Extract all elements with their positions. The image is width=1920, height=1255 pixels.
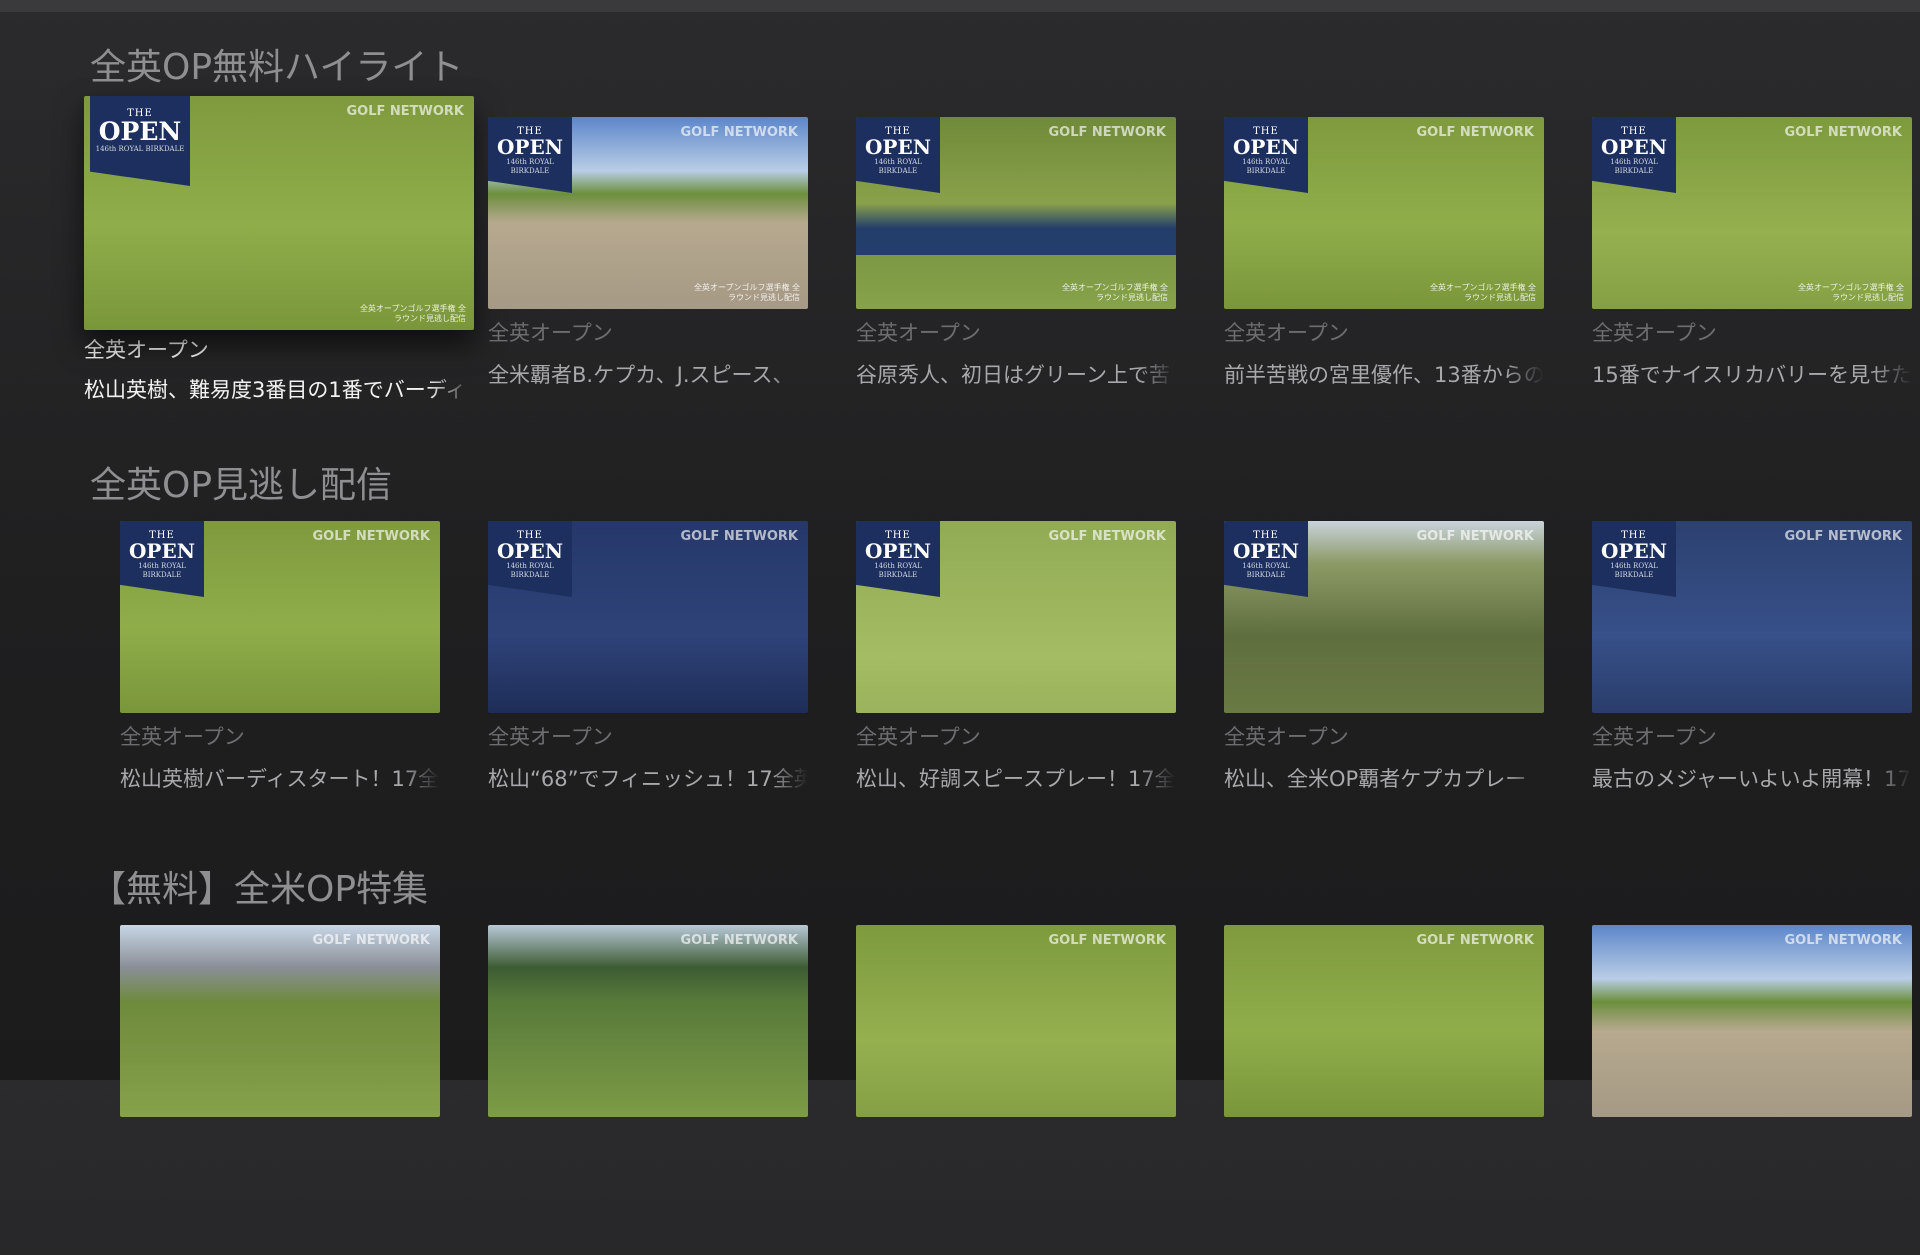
video-card[interactable]: GOLF NETWORK xyxy=(488,925,808,1117)
video-title: 15番でナイスリカバリーを見せた xyxy=(1592,363,1912,387)
video-card[interactable]: THE OPEN 146th ROYAL BIRKDALE GOLF NETWORK 全… xyxy=(1224,117,1544,389)
video-card[interactable]: THE OPEN 146th ROYAL BIRKDALE GOLF NETWORK 全… xyxy=(1592,117,1912,389)
video-title: 松山、好調スピースプレー！17全 xyxy=(856,767,1176,791)
video-category: 全英オープン xyxy=(488,321,613,345)
golf-network-watermark: GOLF NETWORK xyxy=(1048,125,1166,140)
golf-network-watermark: GOLF NETWORK xyxy=(1416,125,1534,140)
thumbnail-caption: 全英オープンゴルフ選手権 全ラウンド見逃し配信 xyxy=(1429,283,1536,302)
video-thumbnail: THE OPEN 146th ROYAL BIRKDALE GOLF NETWORK 全… xyxy=(1592,117,1912,309)
video-thumbnail: THE OPEN 146th ROYAL BIRKDALE GOLF NETWORK xyxy=(1224,521,1544,713)
the-open-logo: THE OPEN 146th ROYAL BIRKDALE xyxy=(1592,117,1676,193)
video-category: 全英オープン xyxy=(84,338,209,362)
video-card[interactable]: THE OPEN 146th ROYAL BIRKDALE GOLF NETWORK 全… xyxy=(856,521,1176,793)
thumbnail-image xyxy=(856,925,1176,1117)
golf-network-watermark: GOLF NETWORK xyxy=(1784,125,1902,140)
the-open-logo: THE OPEN 146th ROYAL BIRKDALE xyxy=(488,117,572,193)
shelf-title-missed-streams: 全英OP見逃し配信 xyxy=(90,465,393,506)
shelf-row-us-open-special: GOLF NETWORK GOLF NETWORK GOLF NETWORK G… xyxy=(0,925,1920,1255)
video-category: 全英オープン xyxy=(120,725,245,749)
golf-network-watermark: GOLF NETWORK xyxy=(1416,529,1534,544)
thumbnail-caption: 全英オープンゴルフ選手権 全ラウンド見逃し配信 xyxy=(1061,283,1168,302)
video-thumbnail: THE OPEN 146th ROYAL BIRKDALE GOLF NETWORK xyxy=(856,521,1176,713)
video-category: 全英オープン xyxy=(856,321,981,345)
video-thumbnail: THE OPEN 146th ROYAL BIRKDALE GOLF NETWORK xyxy=(120,521,440,713)
golf-network-watermark: GOLF NETWORK xyxy=(680,529,798,544)
video-category: 全英オープン xyxy=(1592,725,1717,749)
video-thumbnail: THE OPEN 146th ROYAL BIRKDALE GOLF NETWORK 全… xyxy=(856,117,1176,309)
video-card[interactable]: THE OPEN 146th ROYAL BIRKDALE GOLF NETWORK 全… xyxy=(84,96,474,404)
the-open-logo: THE OPEN 146th ROYAL BIRKDALE xyxy=(488,521,572,597)
video-category: 全英オープン xyxy=(1224,725,1349,749)
golf-network-watermark: GOLF NETWORK xyxy=(312,933,430,948)
video-title: 松山英樹バーディスタート！17全 xyxy=(120,767,440,791)
video-card[interactable]: GOLF NETWORK xyxy=(1592,925,1912,1117)
the-open-logo: THE OPEN 146th ROYAL BIRKDALE xyxy=(1224,117,1308,193)
the-open-logo: THE OPEN 146th ROYAL BIRKDALE xyxy=(1592,521,1676,597)
thumbnail-image xyxy=(120,925,440,1117)
video-thumbnail: GOLF NETWORK xyxy=(1224,925,1544,1117)
video-title: 全米覇者B.ケプカ、J.スピース、 xyxy=(488,363,794,387)
video-category: 全英オープン xyxy=(856,725,981,749)
video-card[interactable]: THE OPEN 146th ROYAL BIRKDALE GOLF NETWORK 全… xyxy=(1224,521,1544,793)
video-card[interactable]: THE OPEN 146th ROYAL BIRKDALE GOLF NETWORK 全… xyxy=(120,521,440,793)
video-thumbnail: GOLF NETWORK xyxy=(488,925,808,1117)
video-thumbnail: THE OPEN 146th ROYAL BIRKDALE GOLF NETWORK xyxy=(488,521,808,713)
video-card[interactable]: THE OPEN 146th ROYAL BIRKDALE GOLF NETWORK 全… xyxy=(1592,521,1912,793)
golf-network-watermark: GOLF NETWORK xyxy=(1048,529,1166,544)
thumbnail-image xyxy=(1224,925,1544,1117)
golf-network-watermark: GOLF NETWORK xyxy=(680,125,798,140)
video-card[interactable]: THE OPEN 146th ROYAL BIRKDALE GOLF NETWORK 全… xyxy=(488,521,808,793)
video-title: 松山“68”でフィニッシュ！17全英 xyxy=(488,767,808,791)
video-title: 松山英樹、難易度3番目の1番でバーディ xyxy=(84,378,467,402)
golf-network-watermark: GOLF NETWORK xyxy=(346,104,464,119)
thumbnail-caption: 全英オープンゴルフ選手権 全ラウンド見逃し配信 xyxy=(1797,283,1904,302)
video-thumbnail: THE OPEN 146th ROYAL BIRKDALE GOLF NETWORK 全… xyxy=(84,96,474,330)
shelf-row-missed-streams: THE OPEN 146th ROYAL BIRKDALE GOLF NETWORK 全… xyxy=(0,521,1920,851)
golf-network-watermark: GOLF NETWORK xyxy=(1784,529,1902,544)
golf-network-watermark: GOLF NETWORK xyxy=(680,933,798,948)
thumbnail-image xyxy=(488,925,808,1117)
the-open-logo: THE OPEN 146th ROYAL BIRKDALE xyxy=(120,521,204,597)
thumbnail-image xyxy=(1592,925,1912,1117)
top-menu-bar xyxy=(0,0,1920,12)
video-thumbnail: GOLF NETWORK xyxy=(856,925,1176,1117)
thumbnail-caption: 全英オープンゴルフ選手権 全ラウンド見逃し配信 xyxy=(693,283,800,302)
video-card[interactable]: THE OPEN 146th ROYAL BIRKDALE GOLF NETWORK 全… xyxy=(488,117,808,389)
video-category: 全英オープン xyxy=(488,725,613,749)
video-thumbnail: THE OPEN 146th ROYAL BIRKDALE GOLF NETWORK 全… xyxy=(488,117,808,309)
golf-network-watermark: GOLF NETWORK xyxy=(312,529,430,544)
video-title: 前半苦戦の宮里優作、13番からの xyxy=(1224,363,1544,387)
the-open-logo: THE OPEN 146th ROYAL BIRKDALE xyxy=(856,521,940,597)
golf-network-watermark: GOLF NETWORK xyxy=(1784,933,1902,948)
the-open-logo: THE OPEN 146th ROYAL BIRKDALE xyxy=(90,96,190,186)
the-open-logo: THE OPEN 146th ROYAL BIRKDALE xyxy=(1224,521,1308,597)
golf-network-watermark: GOLF NETWORK xyxy=(1048,933,1166,948)
thumbnail-caption: 全英オープンゴルフ選手権 全ラウンド見逃し配信 xyxy=(359,304,466,323)
video-title: 谷原秀人、初日はグリーン上で苦 xyxy=(856,363,1170,387)
golf-network-watermark: GOLF NETWORK xyxy=(1416,933,1534,948)
shelf-title-free-highlights: 全英OP無料ハイライト xyxy=(90,47,464,88)
the-open-logo: THE OPEN 146th ROYAL BIRKDALE xyxy=(856,117,940,193)
video-card[interactable]: GOLF NETWORK xyxy=(1224,925,1544,1117)
video-thumbnail: GOLF NETWORK xyxy=(1592,925,1912,1117)
video-card[interactable]: THE OPEN 146th ROYAL BIRKDALE GOLF NETWORK 全… xyxy=(856,117,1176,389)
video-thumbnail: GOLF NETWORK xyxy=(120,925,440,1117)
video-title: 松山、全米OP覇者ケプカプレー xyxy=(1224,767,1527,791)
shelf-row-free-highlights: THE OPEN 146th ROYAL BIRKDALE GOLF NETWORK 全… xyxy=(0,96,1920,426)
video-title: 最古のメジャーいよいよ開幕！17 xyxy=(1592,767,1911,791)
video-thumbnail: THE OPEN 146th ROYAL BIRKDALE GOLF NETWORK xyxy=(1592,521,1912,713)
video-card[interactable]: GOLF NETWORK xyxy=(856,925,1176,1117)
shelf-title-us-open-special: 【無料】全米OP特集 xyxy=(90,869,429,910)
video-category: 全英オープン xyxy=(1224,321,1349,345)
video-card[interactable]: GOLF NETWORK xyxy=(120,925,440,1117)
video-category: 全英オープン xyxy=(1592,321,1717,345)
video-thumbnail: THE OPEN 146th ROYAL BIRKDALE GOLF NETWORK 全… xyxy=(1224,117,1544,309)
